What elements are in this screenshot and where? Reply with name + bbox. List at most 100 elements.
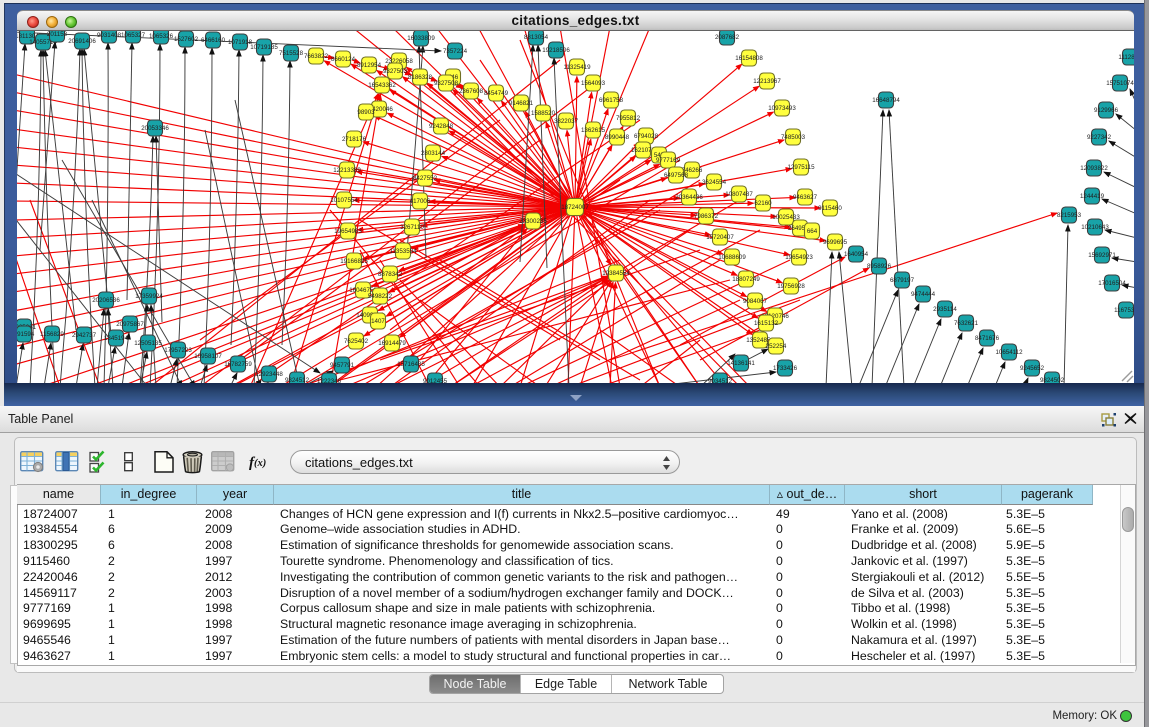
svg-text:20691406: 20691406 xyxy=(68,38,96,45)
svg-text:5498222: 5498222 xyxy=(368,293,393,300)
svg-text:391594: 391594 xyxy=(17,331,35,338)
svg-text:(x): (x) xyxy=(254,458,266,469)
svg-text:15751074: 15751074 xyxy=(1106,80,1134,87)
svg-text:8958926: 8958926 xyxy=(867,263,892,270)
svg-text:17957223: 17957223 xyxy=(164,347,192,354)
svg-text:19654983: 19654983 xyxy=(334,228,362,235)
svg-text:12975115: 12975115 xyxy=(787,164,815,171)
svg-text:8990448: 8990448 xyxy=(605,134,630,141)
svg-text:3624554: 3624554 xyxy=(702,179,727,186)
svg-text:6879197: 6879197 xyxy=(890,277,915,284)
svg-text:1640954: 1640954 xyxy=(844,251,869,258)
svg-text:20975867: 20975867 xyxy=(116,321,144,328)
svg-text:19384554: 19384554 xyxy=(602,270,630,277)
svg-text:9084067: 9084067 xyxy=(743,298,768,305)
svg-text:15692971: 15692971 xyxy=(1088,252,1116,259)
svg-text:12505135: 12505135 xyxy=(134,340,162,347)
svg-text:6961758: 6961758 xyxy=(599,97,624,104)
svg-text:8912954: 8912954 xyxy=(357,62,382,69)
svg-text:2942737: 2942737 xyxy=(72,332,97,339)
svg-text:7625402: 7625402 xyxy=(344,338,369,345)
svg-text:10107554: 10107554 xyxy=(330,197,358,204)
svg-text:23300235: 23300235 xyxy=(519,218,547,225)
svg-text:9146821: 9146821 xyxy=(509,100,534,107)
svg-text:9129966: 9129966 xyxy=(1094,107,1119,114)
svg-text:2087682: 2087682 xyxy=(715,34,740,41)
svg-text:9699695: 9699695 xyxy=(823,239,848,246)
svg-text:2935114: 2935114 xyxy=(933,306,957,313)
svg-text:10719185: 10719185 xyxy=(250,44,278,51)
svg-text:6466160: 6466160 xyxy=(201,37,226,44)
svg-text:9824512: 9824512 xyxy=(285,377,310,383)
svg-text:1733426: 1733426 xyxy=(773,365,798,372)
svg-text:1615132: 1615132 xyxy=(754,320,779,327)
svg-text:15716485: 15716485 xyxy=(397,361,425,368)
svg-text:7485003: 7485003 xyxy=(781,134,806,141)
svg-text:16154808: 16154808 xyxy=(735,55,763,62)
svg-text:7632621: 7632621 xyxy=(954,320,979,327)
svg-text:19166825: 19166825 xyxy=(340,258,368,265)
svg-text:8186328: 8186328 xyxy=(408,74,433,81)
svg-text:7357224: 7357224 xyxy=(443,48,468,55)
svg-text:12213967: 12213967 xyxy=(753,78,781,85)
svg-text:1071918: 1071918 xyxy=(228,39,253,46)
svg-text:16914479: 16914479 xyxy=(378,340,406,347)
svg-text:62160: 62160 xyxy=(754,200,772,207)
svg-text:9463627: 9463627 xyxy=(793,194,818,201)
svg-text:18724007: 18724007 xyxy=(561,204,589,211)
svg-text:16782759: 16782759 xyxy=(224,361,252,368)
svg-text:10958107: 10958107 xyxy=(194,353,222,360)
svg-text:8813054: 8813054 xyxy=(524,34,549,41)
svg-text:9245652: 9245652 xyxy=(1020,365,1045,372)
svg-text:9327503: 9327503 xyxy=(383,68,408,75)
svg-text:9012455: 9012455 xyxy=(423,378,448,383)
svg-text:12213389: 12213389 xyxy=(333,167,361,174)
svg-text:7515528: 7515528 xyxy=(279,50,304,57)
svg-text:2803144: 2803144 xyxy=(421,150,446,157)
svg-text:1244419: 1244419 xyxy=(1080,193,1105,200)
svg-text:17359924: 17359924 xyxy=(135,293,163,300)
svg-text:9777169: 9777169 xyxy=(656,157,681,164)
svg-text:417006: 417006 xyxy=(410,198,431,205)
svg-text:7986372: 7986372 xyxy=(694,213,719,220)
svg-text:7955812: 7955812 xyxy=(616,115,641,122)
svg-text:20053346: 20053346 xyxy=(141,125,169,132)
svg-text:15720407: 15720407 xyxy=(706,234,734,241)
svg-text:9227342: 9227342 xyxy=(1087,134,1112,141)
svg-text:8427552: 8427552 xyxy=(413,175,438,182)
svg-text:9034512: 9034512 xyxy=(708,378,733,383)
svg-text:1345194: 1345194 xyxy=(104,335,129,342)
svg-text:9031408: 9031408 xyxy=(97,32,122,39)
svg-text:10973493: 10973493 xyxy=(768,105,796,112)
svg-text:8471676: 8471676 xyxy=(975,335,1000,342)
svg-text:17016504: 17016504 xyxy=(1098,280,1126,287)
svg-text:8215953: 8215953 xyxy=(1057,212,1082,219)
svg-text:664: 664 xyxy=(807,228,818,235)
svg-text:1527602: 1527602 xyxy=(174,36,199,43)
svg-text:11353594: 11353594 xyxy=(389,248,417,255)
svg-text:19756928: 19756928 xyxy=(777,283,805,290)
svg-text:18807249: 18807249 xyxy=(732,276,760,283)
svg-text:7663822: 7663822 xyxy=(304,53,329,60)
svg-text:16033809: 16033809 xyxy=(407,35,435,42)
svg-text:10688609: 10688609 xyxy=(718,254,746,261)
svg-text:1222346: 1222346 xyxy=(317,378,342,383)
svg-text:20364436: 20364436 xyxy=(675,194,703,201)
svg-text:20206536: 20206536 xyxy=(92,297,120,304)
svg-text:12923448: 12923448 xyxy=(255,371,283,378)
svg-text:10654112: 10654112 xyxy=(995,349,1023,356)
svg-text:8660124: 8660124 xyxy=(331,56,356,63)
svg-text:1065326: 1065326 xyxy=(149,33,174,40)
svg-text:3822037: 3822037 xyxy=(554,118,579,125)
svg-text:9474444: 9474444 xyxy=(911,291,936,298)
svg-text:2718176: 2718176 xyxy=(342,136,367,143)
svg-text:1407: 1407 xyxy=(371,318,385,325)
svg-text:6497568: 6497568 xyxy=(664,172,689,179)
svg-text:14136141: 14136141 xyxy=(727,360,755,367)
svg-text:8454749: 8454749 xyxy=(484,90,509,97)
svg-text:10807487: 10807487 xyxy=(725,191,753,198)
svg-text:12093822: 12093822 xyxy=(1080,165,1108,172)
svg-text:19654923: 19654923 xyxy=(785,254,813,261)
svg-text:16543362: 16543362 xyxy=(368,82,396,89)
svg-text:1156829: 1156829 xyxy=(40,331,64,338)
